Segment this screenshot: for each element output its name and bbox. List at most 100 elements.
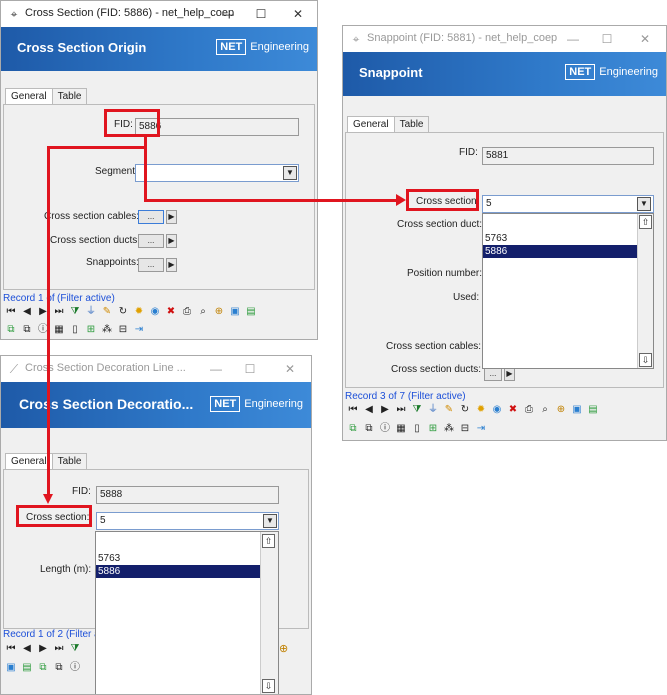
tab-table[interactable]: Table — [393, 116, 430, 132]
highlight-icon[interactable]: ✹ — [132, 305, 146, 319]
scroll-down-icon[interactable]: ⇩ — [639, 353, 652, 367]
copy-icon[interactable]: ⧉ — [346, 422, 360, 436]
snappoints-browse-button[interactable]: ... — [138, 258, 164, 272]
list-item[interactable]: 5886 — [483, 245, 653, 258]
title-bar[interactable]: ⌖ Cross Section (FID: 5886) - net_help_c… — [1, 1, 317, 27]
ducts-next-button[interactable]: ▶ — [504, 367, 515, 381]
cross-section-dropdown-list[interactable]: 5763 5886 ⇧ ⇩ — [95, 531, 279, 694]
scrollbar[interactable]: ⇧ ⇩ — [637, 214, 653, 368]
duplicate-icon[interactable]: ⧉ — [362, 422, 376, 436]
last-record-icon[interactable]: ⏭ — [394, 403, 408, 417]
filter-icon[interactable]: ⏚ — [426, 403, 440, 417]
network-icon[interactable]: ⁂ — [442, 422, 456, 436]
cables-browse-button[interactable]: ... — [138, 210, 164, 224]
maximize-button[interactable]: ☐ — [252, 5, 270, 23]
print-icon[interactable]: ⎙ — [180, 305, 194, 319]
next-record-icon[interactable]: ▶ — [378, 403, 392, 417]
close-button[interactable]: ✕ — [281, 360, 299, 378]
cables-next-button[interactable]: ▶ — [166, 210, 177, 224]
last-record-icon[interactable]: ⏭ — [52, 305, 66, 319]
snappoints-next-button[interactable]: ▶ — [166, 258, 177, 272]
list-item[interactable]: 5763 — [96, 552, 278, 565]
view-icon[interactable]: ▣ — [570, 403, 584, 417]
first-record-icon[interactable]: ⏮ — [4, 305, 18, 319]
zoom-icon[interactable]: ⊕ — [554, 403, 568, 417]
copy-icon[interactable]: ⧉ — [4, 323, 18, 337]
export-icon[interactable]: ⊞ — [426, 422, 440, 436]
cross-section-dropdown-button[interactable]: ▼ — [637, 197, 651, 211]
scroll-down-icon[interactable]: ⇩ — [262, 679, 275, 693]
table-icon[interactable]: ▤ — [586, 403, 600, 417]
ducts-browse-button[interactable]: ... — [484, 367, 502, 381]
calendar-icon[interactable]: ▦ — [52, 323, 66, 337]
minimize-button[interactable]: — — [564, 30, 582, 48]
prev-record-icon[interactable]: ◀ — [20, 305, 34, 319]
list-item[interactable]: 5886 — [96, 565, 260, 578]
exit-icon[interactable]: ⇥ — [132, 323, 146, 337]
list-item[interactable]: 5763 — [483, 232, 653, 245]
table-icon[interactable]: ▤ — [20, 661, 34, 675]
next-record-icon[interactable]: ▶ — [36, 642, 50, 656]
print-icon[interactable]: ⎙ — [522, 403, 536, 417]
minimize-button[interactable]: — — [207, 360, 225, 378]
first-record-icon[interactable]: ⏮ — [346, 403, 360, 417]
cross-section-combo[interactable]: 5 — [482, 195, 654, 213]
ducts-browse-button[interactable]: ... — [138, 234, 164, 248]
highlight-icon[interactable]: ✹ — [474, 403, 488, 417]
document-icon[interactable]: ▯ — [68, 323, 82, 337]
view-icon[interactable]: ▣ — [4, 661, 18, 675]
cross-section-dropdown-list[interactable]: 5763 5886 ⇧ ⇩ — [482, 213, 654, 369]
grid-icon[interactable]: ⊟ — [116, 323, 130, 337]
list-item[interactable] — [483, 219, 653, 232]
edit-icon[interactable]: ✎ — [100, 305, 114, 319]
tab-general[interactable]: General — [5, 453, 53, 469]
info-icon[interactable]: ⓘ — [68, 661, 82, 675]
delete-icon[interactable]: ✖ — [164, 305, 178, 319]
minimize-button[interactable]: — — [219, 5, 237, 23]
maximize-button[interactable]: ☐ — [241, 360, 259, 378]
edit-icon[interactable]: ✎ — [442, 403, 456, 417]
document-icon[interactable]: ▯ — [410, 422, 424, 436]
select-icon[interactable]: ⌕ — [196, 305, 210, 319]
tab-table[interactable]: Table — [51, 88, 88, 104]
close-button[interactable]: ✕ — [289, 5, 307, 23]
locate-icon[interactable]: ◉ — [148, 305, 162, 319]
duplicate-icon[interactable]: ⧉ — [52, 661, 66, 675]
add-filter-icon[interactable]: ⧩ — [68, 305, 82, 319]
last-record-icon[interactable]: ⏭ — [52, 642, 66, 656]
zoom-icon[interactable]: ⊕ — [279, 642, 288, 655]
tab-general[interactable]: General — [347, 116, 395, 132]
refresh-icon[interactable]: ↻ — [116, 305, 130, 319]
segment-dropdown-button[interactable]: ▼ — [283, 166, 297, 180]
info-icon[interactable]: ⓘ — [378, 422, 392, 436]
cross-section-dropdown-button[interactable]: ▼ — [263, 514, 277, 528]
add-filter-icon[interactable]: ⧩ — [410, 403, 424, 417]
locate-icon[interactable]: ◉ — [490, 403, 504, 417]
cross-section-combo[interactable]: 5 — [96, 512, 279, 530]
tab-table[interactable]: Table — [51, 453, 88, 469]
duplicate-icon[interactable]: ⧉ — [20, 323, 34, 337]
scrollbar[interactable]: ⇧ ⇩ — [260, 532, 278, 694]
tab-general[interactable]: General — [5, 88, 53, 104]
ducts-next-button[interactable]: ▶ — [166, 234, 177, 248]
add-filter-icon[interactable]: ⧩ — [68, 642, 82, 656]
exit-icon[interactable]: ⇥ — [474, 422, 488, 436]
prev-record-icon[interactable]: ◀ — [20, 642, 34, 656]
export-icon[interactable]: ⊞ — [84, 323, 98, 337]
table-icon[interactable]: ▤ — [244, 305, 258, 319]
zoom-icon[interactable]: ⊕ — [212, 305, 226, 319]
copy-icon[interactable]: ⧉ — [36, 661, 50, 675]
view-icon[interactable]: ▣ — [228, 305, 242, 319]
refresh-icon[interactable]: ↻ — [458, 403, 472, 417]
title-bar[interactable]: ⌖ Snappoint (FID: 5881) - net_help_coep … — [343, 26, 666, 52]
scroll-up-icon[interactable]: ⇧ — [262, 534, 275, 548]
network-icon[interactable]: ⁂ — [100, 323, 114, 337]
calendar-icon[interactable]: ▦ — [394, 422, 408, 436]
filter-icon[interactable]: ⏚ — [84, 305, 98, 319]
segment-combo[interactable] — [135, 164, 299, 182]
delete-icon[interactable]: ✖ — [506, 403, 520, 417]
select-icon[interactable]: ⌕ — [538, 403, 552, 417]
maximize-button[interactable]: ☐ — [598, 30, 616, 48]
scroll-up-icon[interactable]: ⇧ — [639, 215, 652, 229]
prev-record-icon[interactable]: ◀ — [362, 403, 376, 417]
